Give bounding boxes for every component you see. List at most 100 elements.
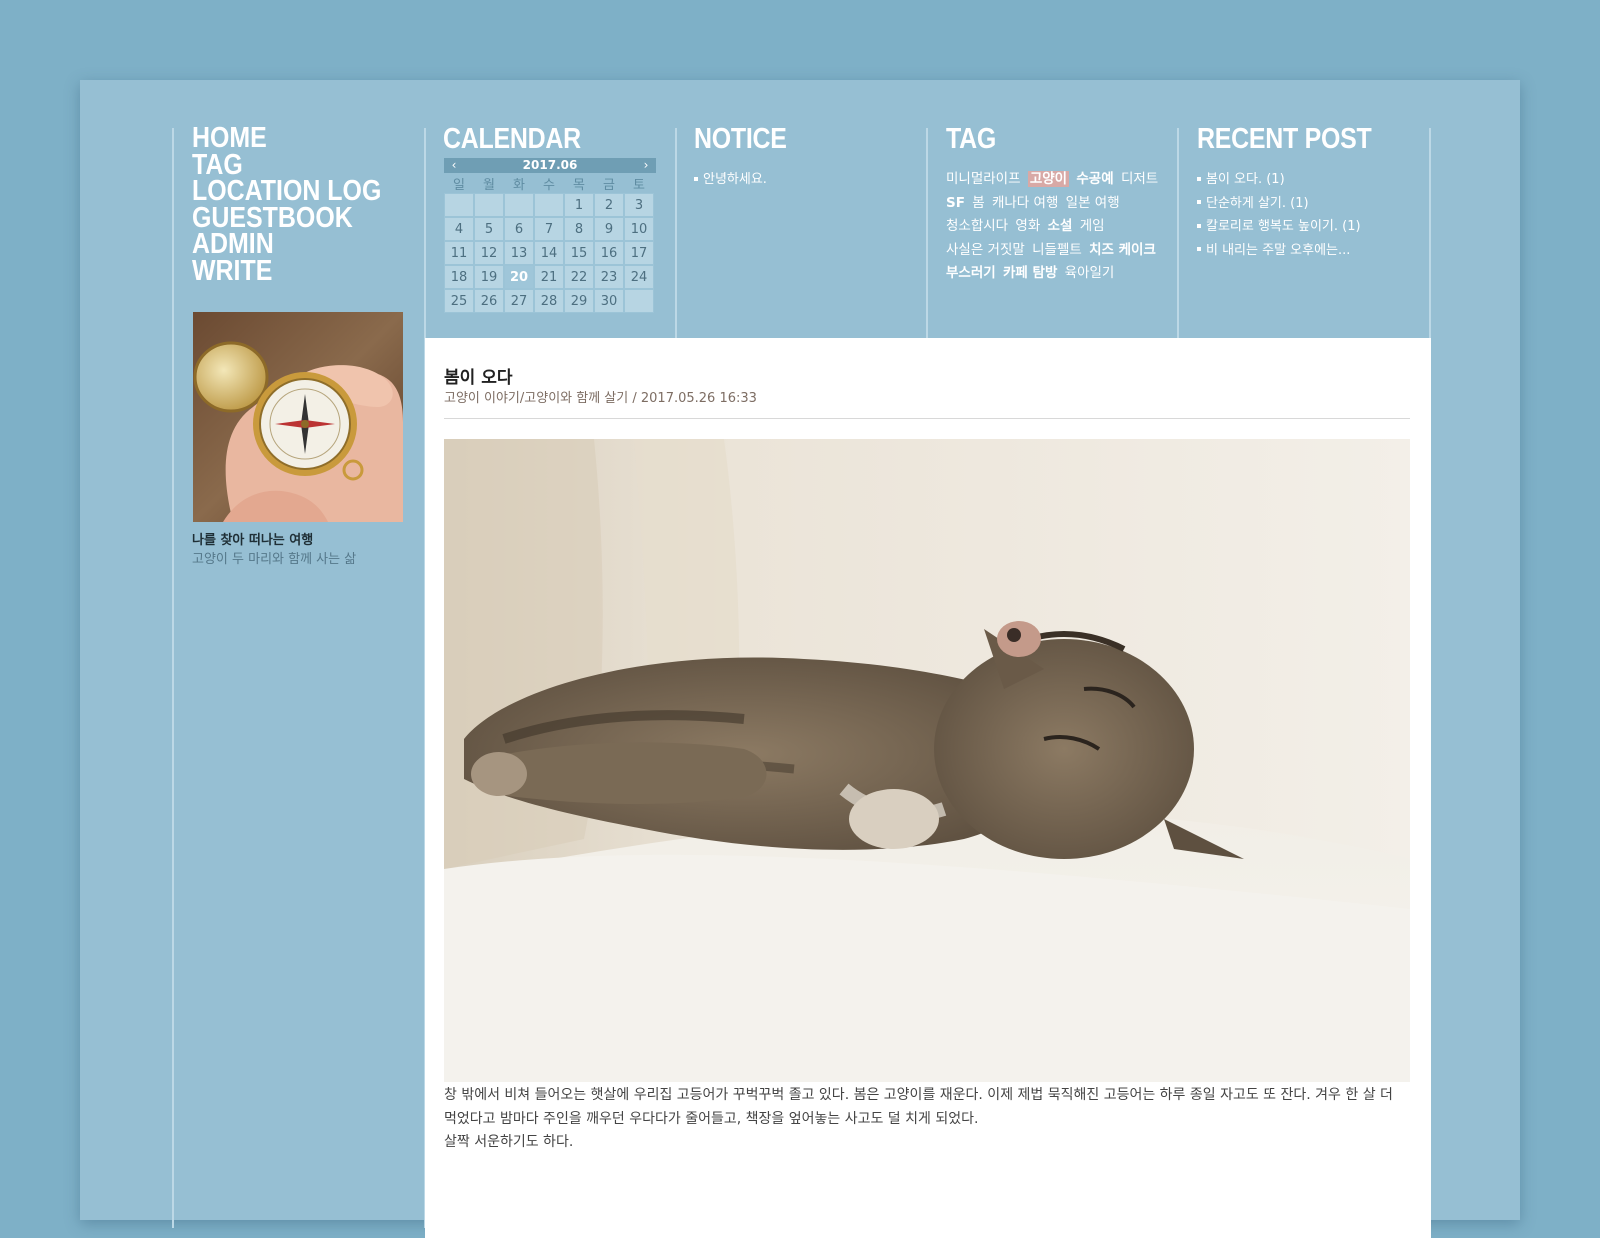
calendar-month-bar: ‹ 2017.06 › bbox=[444, 158, 656, 173]
tag-item[interactable]: 소설 bbox=[1048, 218, 1073, 234]
recent-post-label: 비 내리는 주말 오후에는... bbox=[1206, 242, 1351, 258]
calendar-month: 2017.06 bbox=[522, 158, 578, 172]
calendar-day[interactable]: 22 bbox=[564, 265, 594, 289]
calendar-day bbox=[444, 193, 474, 217]
tag-item[interactable]: 게임 bbox=[1080, 218, 1105, 234]
calendar-day[interactable]: 13 bbox=[504, 241, 534, 265]
weekday-label: 화 bbox=[513, 178, 525, 193]
calendar-day[interactable]: 12 bbox=[474, 241, 504, 265]
calendar-day[interactable]: 28 bbox=[534, 289, 564, 313]
calendar-day[interactable]: 10 bbox=[624, 217, 654, 241]
recent-post-item[interactable]: 봄이 오다. (1) bbox=[1197, 168, 1361, 192]
tag-item[interactable]: 사실은 거짓말 bbox=[946, 242, 1025, 258]
recent-post-list: 봄이 오다. (1) 단순하게 살기. (1) 칼로리로 행복도 높이기. (1… bbox=[1197, 168, 1361, 262]
tag-item[interactable]: 영화 bbox=[1015, 218, 1040, 234]
tag-item[interactable]: 카페 탐방 bbox=[1003, 265, 1057, 281]
calendar-day[interactable]: 4 bbox=[444, 217, 474, 241]
tag-item[interactable]: 일본 여행 bbox=[1066, 195, 1120, 211]
calendar-day[interactable]: 5 bbox=[474, 217, 504, 241]
weekday-label: 일 bbox=[453, 178, 465, 193]
calendar-widget: ‹ 2017.06 › 일 월 화 수 목 금 토 1 2 3 4 5 6 7 … bbox=[444, 158, 656, 313]
calendar-day[interactable]: 6 bbox=[504, 217, 534, 241]
calendar-grid: 일 월 화 수 목 금 토 1 2 3 4 5 6 7 8 9 10 11 12… bbox=[444, 174, 654, 313]
tag-cloud: 미니멀라이프 고양이 수공예 디저트 SF 봄 캐나다 여행 일본 여행 청소합… bbox=[946, 168, 1162, 286]
calendar-day[interactable]: 9 bbox=[594, 217, 624, 241]
calendar-day bbox=[534, 193, 564, 217]
post-category[interactable]: 고양이 이야기/고양이와 함께 살기 bbox=[444, 391, 628, 406]
calendar-day[interactable]: 14 bbox=[534, 241, 564, 265]
calendar-day[interactable]: 16 bbox=[594, 241, 624, 265]
tag-item[interactable]: 미니멀라이프 bbox=[946, 171, 1021, 187]
blog-frame: HOME TAG LOCATION LOG GUESTBOOK ADMIN WR… bbox=[80, 80, 1520, 1238]
calendar-day[interactable]: 24 bbox=[624, 265, 654, 289]
bullet-icon bbox=[1197, 247, 1201, 251]
recent-post-item[interactable]: 비 내리는 주말 오후에는... bbox=[1197, 239, 1361, 263]
calendar-day[interactable]: 2 bbox=[594, 193, 624, 217]
nav-write[interactable]: WRITE bbox=[192, 256, 381, 284]
tag-item[interactable]: SF bbox=[946, 195, 965, 211]
notice-item[interactable]: 안녕하세요. bbox=[694, 168, 767, 192]
notice-item-label: 안녕하세요. bbox=[703, 172, 767, 187]
calendar-day[interactable]: 15 bbox=[564, 241, 594, 265]
calendar-day[interactable]: 25 bbox=[444, 289, 474, 313]
calendar-day[interactable]: 11 bbox=[444, 241, 474, 265]
recent-post-heading: RECENT POST bbox=[1197, 123, 1372, 155]
calendar-day[interactable]: 7 bbox=[534, 217, 564, 241]
weekday-label: 수 bbox=[543, 178, 555, 193]
post-date: 2017.05.26 16:33 bbox=[640, 391, 757, 406]
divider bbox=[444, 418, 1410, 419]
calendar-day[interactable]: 23 bbox=[594, 265, 624, 289]
recent-post-label: 봄이 오다. (1) bbox=[1206, 172, 1285, 187]
weekday-label: 목 bbox=[573, 178, 585, 193]
profile-description: 고양이 두 마리와 함께 사는 삶 bbox=[192, 552, 357, 567]
recent-post-item[interactable]: 단순하게 살기. (1) bbox=[1197, 192, 1361, 216]
tag-item[interactable]: 육아일기 bbox=[1065, 265, 1115, 281]
profile-name[interactable]: 나를 찾아 떠나는 여행 bbox=[192, 529, 313, 548]
recent-post-label: 칼로리로 행복도 높이기. (1) bbox=[1206, 219, 1361, 234]
main-nav: HOME TAG LOCATION LOG GUESTBOOK ADMIN WR… bbox=[192, 124, 412, 285]
tag-item[interactable]: 청소합시다 bbox=[946, 218, 1008, 234]
tag-item[interactable]: 봄 bbox=[972, 195, 984, 211]
calendar-day[interactable]: 21 bbox=[534, 265, 564, 289]
calendar-day[interactable]: 29 bbox=[564, 289, 594, 313]
calendar-day[interactable]: 19 bbox=[474, 265, 504, 289]
tag-item-highlighted[interactable]: 고양이 bbox=[1027, 171, 1070, 187]
notice-heading: NOTICE bbox=[694, 123, 787, 155]
calendar-day[interactable]: 3 bbox=[624, 193, 654, 217]
recent-post-item[interactable]: 칼로리로 행복도 높이기. (1) bbox=[1197, 215, 1361, 239]
calendar-day[interactable]: 17 bbox=[624, 241, 654, 265]
calendar-day[interactable]: 27 bbox=[504, 289, 534, 313]
post-body: 창 밖에서 비쳐 들어오는 햇살에 우리집 고등어가 꾸벅꾸벅 졸고 있다. 봄… bbox=[444, 1084, 1406, 1155]
tag-item[interactable]: 수공예 bbox=[1076, 171, 1113, 187]
calendar-day[interactable]: 8 bbox=[564, 217, 594, 241]
calendar-day[interactable]: 18 bbox=[444, 265, 474, 289]
column-divider bbox=[172, 128, 174, 1228]
calendar-day-today[interactable]: 20 bbox=[504, 265, 534, 289]
tag-item[interactable]: 니들펠트 bbox=[1032, 242, 1082, 258]
tag-item[interactable]: 캐나다 여행 bbox=[992, 195, 1058, 211]
weekday-label: 금 bbox=[603, 178, 615, 193]
post-meta: 고양이 이야기/고양이와 함께 살기 / 2017.05.26 16:33 bbox=[444, 387, 757, 406]
calendar-day[interactable]: 1 bbox=[564, 193, 594, 217]
weekday-label: 월 bbox=[483, 178, 495, 193]
calendar-day[interactable]: 26 bbox=[474, 289, 504, 313]
chevron-left-icon[interactable]: ‹ bbox=[446, 158, 462, 173]
bullet-icon bbox=[694, 176, 698, 181]
post-title[interactable]: 봄이 오다 bbox=[444, 363, 512, 388]
calendar-heading: CALENDAR bbox=[443, 123, 581, 155]
weekday-label: 토 bbox=[633, 178, 645, 193]
tag-heading: TAG bbox=[946, 123, 997, 155]
bullet-icon bbox=[1197, 176, 1201, 181]
chevron-right-icon[interactable]: › bbox=[638, 158, 654, 173]
profile-image[interactable] bbox=[193, 312, 403, 522]
meta-separator: / bbox=[628, 391, 641, 406]
tag-item[interactable]: 치즈 케이크 bbox=[1089, 242, 1156, 258]
post-paragraph: 살짝 서운하기도 하다. bbox=[444, 1134, 574, 1150]
notice-list: 안녕하세요. bbox=[694, 168, 767, 192]
calendar-day[interactable]: 30 bbox=[594, 289, 624, 313]
tag-item[interactable]: 디저트 bbox=[1121, 171, 1158, 187]
calendar-day bbox=[504, 193, 534, 217]
post-content: 봄이 오다 고양이 이야기/고양이와 함께 살기 / 2017.05.26 16… bbox=[425, 338, 1431, 1238]
calendar-day bbox=[474, 193, 504, 217]
tag-item[interactable]: 부스러기 bbox=[946, 265, 996, 281]
